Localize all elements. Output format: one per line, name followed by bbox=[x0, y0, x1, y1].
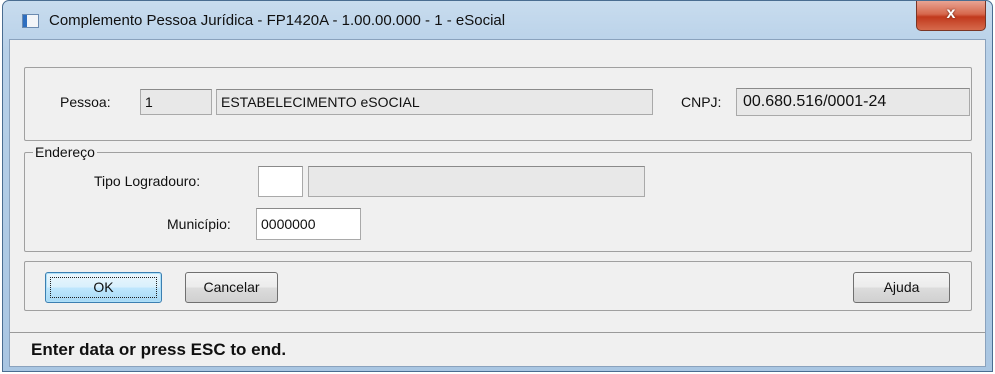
ok-button[interactable]: OK bbox=[45, 272, 162, 303]
status-bar: Enter data or press ESC to end. bbox=[10, 332, 985, 366]
pessoa-name-field[interactable]: ESTABELECIMENTO eSOCIAL bbox=[216, 89, 653, 115]
cancelar-button[interactable]: Cancelar bbox=[185, 272, 278, 303]
pessoa-id-field[interactable]: 1 bbox=[140, 89, 212, 115]
dialog-window: Complemento Pessoa Jurídica - FP1420A - … bbox=[2, 0, 993, 372]
tipo-logradouro-desc-field[interactable] bbox=[308, 166, 645, 197]
tipo-logradouro-code-input[interactable] bbox=[258, 166, 303, 197]
municipio-label: Município: bbox=[167, 216, 231, 232]
cnpj-label: CNPJ: bbox=[681, 94, 722, 110]
ajuda-button[interactable]: Ajuda bbox=[853, 272, 950, 303]
cnpj-field[interactable]: 00.680.516/0001-24 bbox=[736, 88, 970, 116]
window-title: Complemento Pessoa Jurídica - FP1420A - … bbox=[49, 12, 506, 29]
municipio-input[interactable]: 0000000 bbox=[256, 208, 361, 240]
focus-rectangle bbox=[50, 277, 157, 298]
close-button[interactable]: x bbox=[916, 1, 986, 31]
tipo-logradouro-label: Tipo Logradouro: bbox=[94, 173, 201, 189]
title-bar[interactable]: Complemento Pessoa Jurídica - FP1420A - … bbox=[3, 1, 992, 39]
pessoa-label: Pessoa: bbox=[60, 94, 111, 110]
endereco-legend: Endereço bbox=[33, 144, 97, 160]
dialog-client-area: Pessoa: 1 ESTABELECIMENTO eSOCIAL CNPJ: … bbox=[9, 39, 986, 367]
status-text: Enter data or press ESC to end. bbox=[31, 340, 287, 359]
buttons-group bbox=[24, 261, 972, 311]
app-window-icon bbox=[22, 14, 39, 28]
